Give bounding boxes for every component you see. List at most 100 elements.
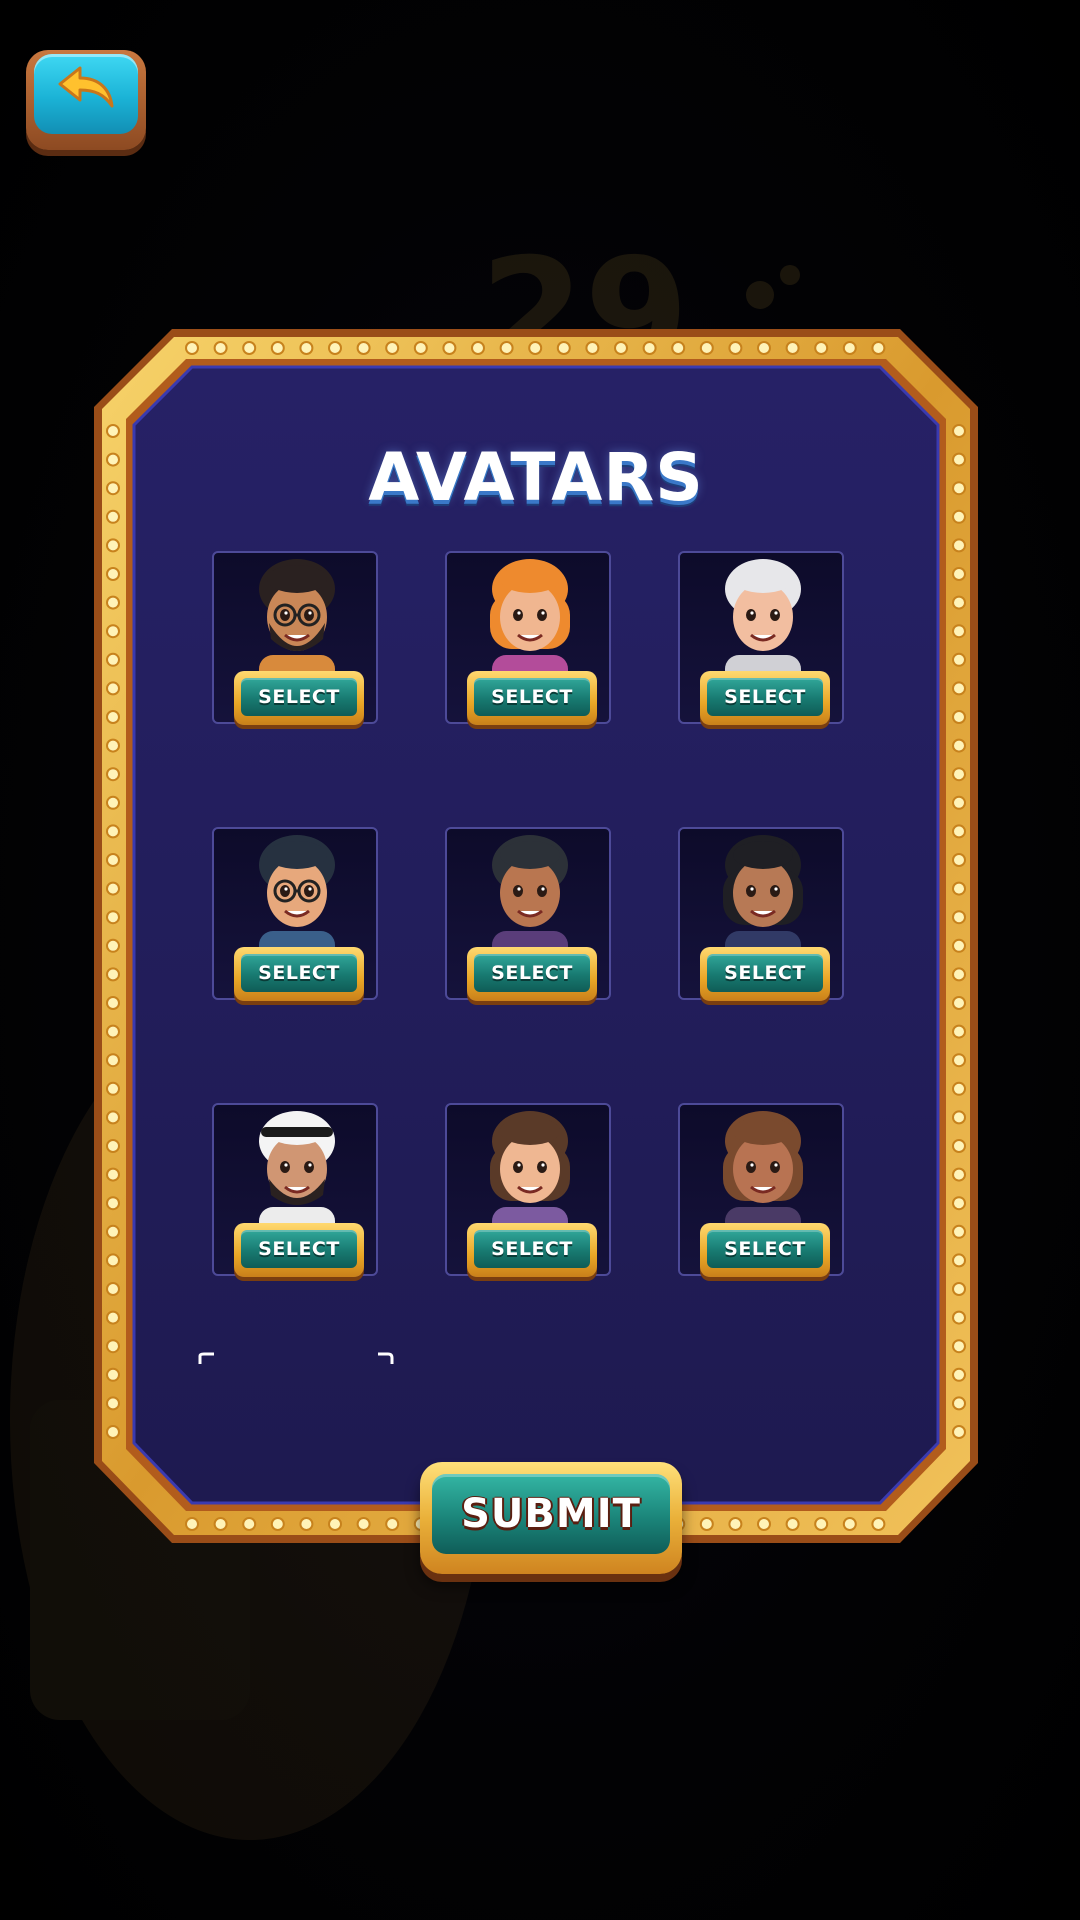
frame-bulb bbox=[106, 1167, 120, 1182]
frame-bulb bbox=[106, 996, 120, 1010]
frame-bulb bbox=[952, 595, 966, 610]
frame-bulb bbox=[952, 1196, 966, 1211]
frame-bulb bbox=[952, 1282, 966, 1296]
frame-bulb bbox=[528, 341, 543, 355]
frame-bulb bbox=[556, 341, 571, 355]
frame-bulb bbox=[106, 1310, 120, 1325]
frame-bulb bbox=[952, 424, 966, 438]
frame-bulb bbox=[952, 910, 966, 925]
back-button[interactable] bbox=[26, 50, 146, 150]
frame-bulb bbox=[952, 1167, 966, 1182]
select-button-label: SELECT bbox=[241, 1230, 357, 1268]
frame-bulb bbox=[952, 567, 966, 581]
select-avatar-button[interactable]: SELECT bbox=[234, 671, 364, 725]
select-avatar-button[interactable]: SELECT bbox=[467, 1223, 597, 1277]
frame-bulb bbox=[106, 1024, 120, 1039]
frame-bulb bbox=[106, 938, 120, 953]
select-avatar-button[interactable]: SELECT bbox=[467, 947, 597, 1001]
select-avatar-button[interactable]: SELECT bbox=[234, 1223, 364, 1277]
frame-bulb bbox=[185, 341, 199, 355]
frame-bulb bbox=[952, 1253, 966, 1268]
frame-bulb bbox=[356, 341, 371, 355]
submit-button[interactable]: SUBMIT bbox=[420, 1462, 682, 1574]
back-arrow-icon bbox=[58, 66, 114, 108]
frame-bulb bbox=[106, 738, 120, 753]
frame-bulb bbox=[757, 1517, 771, 1531]
frame-bulb bbox=[642, 341, 657, 355]
frame-bulb bbox=[106, 967, 120, 982]
frame-bulb bbox=[106, 824, 120, 839]
select-avatar-button[interactable]: SELECT bbox=[234, 947, 364, 1001]
avatar-card[interactable]: SELECT bbox=[212, 827, 378, 1001]
frame-bulb bbox=[385, 1517, 400, 1531]
avatar-card[interactable]: SELECT bbox=[212, 551, 378, 725]
avatar-card[interactable]: SELECT bbox=[445, 551, 611, 725]
avatar-man-beard-glasses-icon bbox=[259, 559, 335, 679]
frame-bulb bbox=[952, 1053, 966, 1068]
frame-bulb bbox=[814, 1517, 829, 1531]
frame-bulb bbox=[871, 341, 886, 355]
frame-bulb bbox=[671, 341, 686, 355]
avatar-card[interactable]: SELECT bbox=[678, 551, 844, 725]
select-avatar-button[interactable]: SELECT bbox=[700, 947, 830, 1001]
frame-bulb bbox=[328, 341, 342, 355]
frame-bulb bbox=[270, 341, 285, 355]
frame-bulb bbox=[871, 1517, 886, 1531]
select-button-label: SELECT bbox=[707, 678, 823, 716]
frame-bulb bbox=[106, 538, 120, 553]
select-avatar-button[interactable]: SELECT bbox=[467, 671, 597, 725]
avatar-card[interactable]: SELECT bbox=[678, 827, 844, 1001]
frame-bulb bbox=[106, 1282, 120, 1296]
frame-bulb bbox=[814, 341, 829, 355]
frame-bulb bbox=[952, 996, 966, 1010]
scroll-hint-brackets bbox=[198, 1352, 394, 1364]
frame-bulb bbox=[106, 795, 120, 810]
frame-bulb bbox=[299, 1517, 314, 1531]
avatar-card[interactable]: SELECT bbox=[445, 1103, 611, 1277]
avatar-card[interactable]: SELECT bbox=[445, 827, 611, 1001]
frame-bulb bbox=[106, 1224, 120, 1239]
avatar-woman-dark-bob-icon bbox=[492, 835, 568, 955]
frame-bulb bbox=[106, 1396, 120, 1411]
frame-bulb bbox=[952, 1224, 966, 1239]
frame-bulb bbox=[471, 341, 485, 355]
frame-bulb bbox=[728, 1517, 743, 1531]
frame-bulb bbox=[106, 910, 120, 925]
avatar-card[interactable]: SELECT bbox=[212, 1103, 378, 1277]
frame-bulb bbox=[106, 1081, 120, 1096]
frame-bulb bbox=[106, 1110, 120, 1125]
frame-bulb bbox=[106, 652, 120, 667]
select-avatar-button[interactable]: SELECT bbox=[700, 671, 830, 725]
frame-bulb bbox=[385, 341, 400, 355]
frame-bulb bbox=[952, 881, 966, 896]
frame-bulb bbox=[842, 341, 857, 355]
frame-bulb bbox=[952, 681, 966, 696]
select-button-label: SELECT bbox=[241, 954, 357, 992]
select-button-label: SELECT bbox=[707, 954, 823, 992]
frame-bulb bbox=[728, 341, 743, 355]
frame-bulb bbox=[242, 341, 257, 355]
select-button-label: SELECT bbox=[707, 1230, 823, 1268]
frame-bulb bbox=[106, 1367, 120, 1382]
frame-bulb bbox=[952, 824, 966, 839]
frame-bulb bbox=[952, 938, 966, 953]
avatar-selection-screen: 29 AVATARS SELECT SELECT SELECT SELECT S… bbox=[0, 0, 1080, 1920]
frame-bulb bbox=[213, 341, 228, 355]
frame-bulb bbox=[413, 341, 428, 355]
frame-bulb bbox=[270, 1517, 285, 1531]
select-avatar-button[interactable]: SELECT bbox=[700, 1223, 830, 1277]
frame-bulb bbox=[952, 1367, 966, 1382]
submit-button-label: SUBMIT bbox=[432, 1474, 670, 1554]
frame-bulb bbox=[106, 1425, 120, 1439]
frame-bulb bbox=[106, 681, 120, 696]
frame-bulb bbox=[952, 1081, 966, 1096]
frame-bulb bbox=[952, 1139, 966, 1153]
frame-bulb bbox=[106, 853, 120, 867]
frame-bulb bbox=[952, 652, 966, 667]
frame-bulb bbox=[442, 341, 457, 355]
select-button-label: SELECT bbox=[474, 954, 590, 992]
avatar-card[interactable]: SELECT bbox=[678, 1103, 844, 1277]
frame-bulb bbox=[356, 1517, 371, 1531]
frame-bulb bbox=[952, 967, 966, 982]
avatars-panel: AVATARS SELECT SELECT SELECT SELECT SELECT SE… bbox=[92, 327, 980, 1545]
